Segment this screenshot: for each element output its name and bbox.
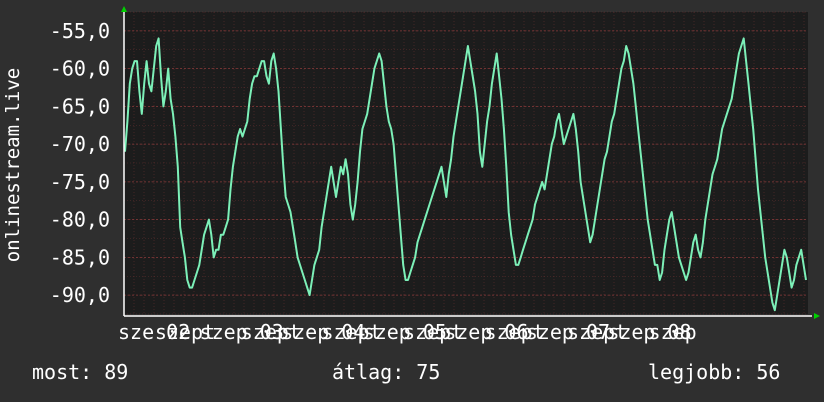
y-tick-label: -75,0 xyxy=(50,170,110,194)
y-tick-label: -70,0 xyxy=(50,132,110,156)
y-axis-label: onlinestream.live xyxy=(2,68,24,262)
y-tick-label: -60,0 xyxy=(50,57,110,81)
stat-best: legjobb: 56 xyxy=(648,360,780,384)
stats-footer: most: 89 átlag: 75 legjobb: 56 xyxy=(0,360,824,392)
x-tick-labels: sze 02szeptszep 03szeptszep 04szeptszep … xyxy=(118,320,697,344)
stat-average: átlag: 75 xyxy=(332,360,440,384)
y-axis-arrow-icon xyxy=(121,6,127,12)
y-tick-label: -80,0 xyxy=(50,208,110,232)
stat-best-label: legjobb: xyxy=(648,360,745,384)
stat-now-value: 89 xyxy=(104,360,129,384)
y-tick-label: -65,0 xyxy=(50,94,110,118)
y-tick-labels: -55,0 -60,0 -65,0 -70,0 -75,0 -80,0 -85,0 -90,0 xyxy=(50,19,110,307)
stat-best-value: 56 xyxy=(756,360,781,384)
x-tick-label: szep xyxy=(649,320,697,344)
y-tick-label: -90,0 xyxy=(50,283,110,307)
x-axis-arrow-icon xyxy=(814,313,820,319)
stat-average-label: átlag: xyxy=(332,360,405,384)
stat-now-label: most: xyxy=(32,360,93,384)
chart-svg: -55,0 -60,0 -65,0 -70,0 -75,0 -80,0 -85,0 -90,0… xyxy=(2,6,820,344)
stat-average-value: 75 xyxy=(416,360,441,384)
y-tick-label: -55,0 xyxy=(50,19,110,43)
stat-now: most: 89 xyxy=(32,360,128,384)
y-tick-label: -85,0 xyxy=(50,245,110,269)
